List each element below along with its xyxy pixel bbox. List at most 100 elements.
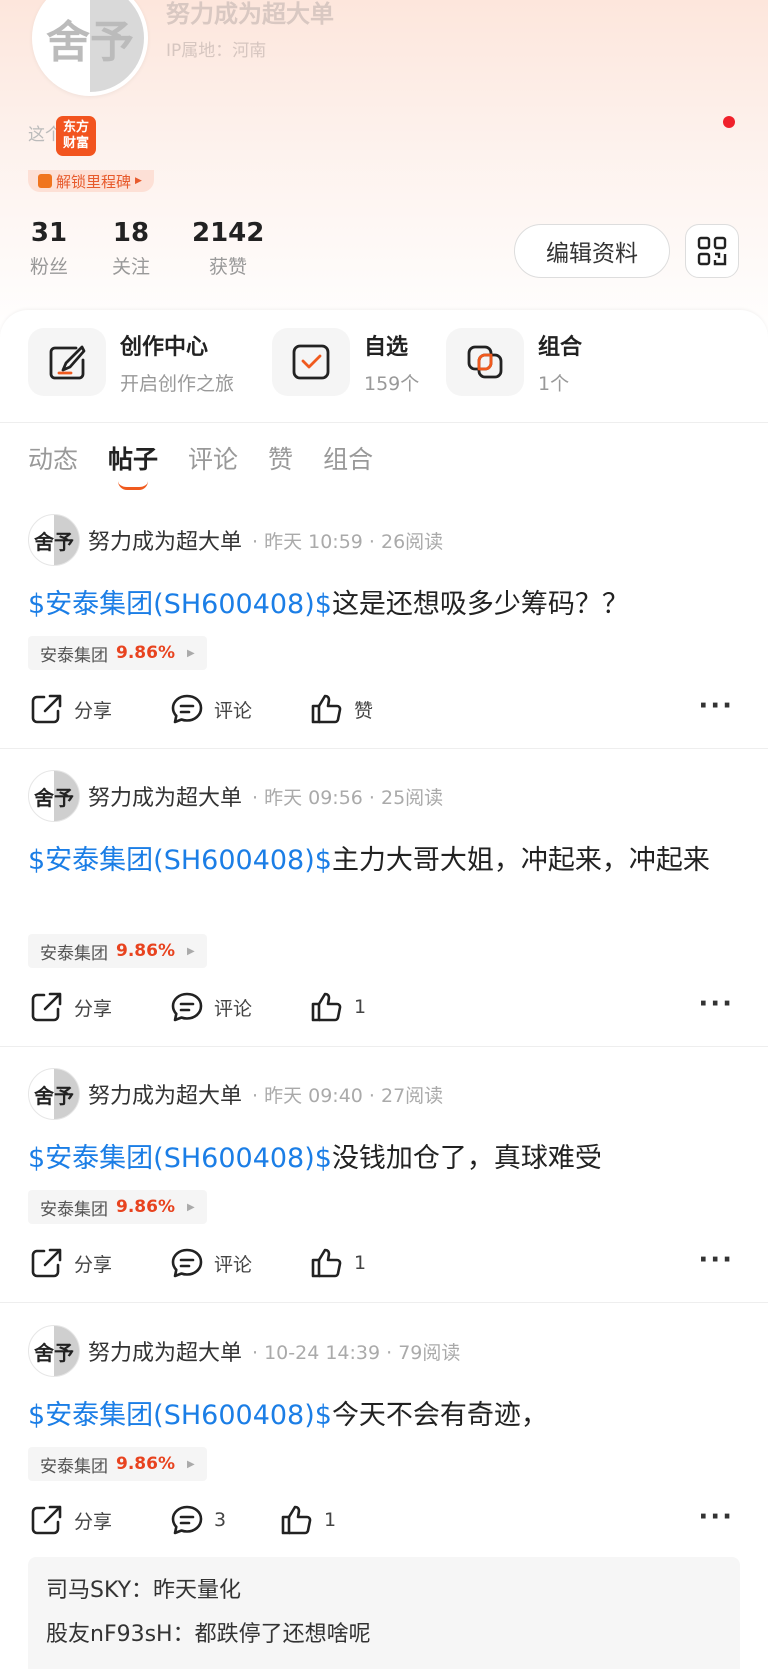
share-button[interactable]: 分享: [30, 1247, 170, 1279]
stock-tag-change: 9.86%: [116, 1454, 175, 1474]
share-label: 分享: [74, 699, 113, 722]
tab-comments[interactable]: 评论: [188, 440, 238, 476]
stat-label: 粉丝: [29, 256, 68, 278]
stock-link[interactable]: $安泰集团(SH600408)$: [28, 1400, 332, 1431]
post-author[interactable]: 努力成为超大单: [88, 1335, 242, 1367]
share-button[interactable]: 分享: [30, 1504, 170, 1536]
stock-link[interactable]: $安泰集团(SH600408)$: [28, 845, 332, 876]
like-label: 赞: [354, 699, 374, 722]
post-avatar[interactable]: 舍予: [28, 1325, 80, 1377]
more-icon[interactable]: ···: [698, 1502, 734, 1532]
edit-profile-button[interactable]: 编辑资料: [514, 224, 670, 278]
stock-tag[interactable]: 安泰集团 9.86% ▶: [28, 934, 207, 968]
stock-link[interactable]: $安泰集团(SH600408)$: [28, 589, 332, 620]
stock-tag-name: 安泰集团: [40, 943, 108, 964]
post-time: · 10-24 14:39 · 79阅读: [252, 1341, 461, 1364]
like-button[interactable]: 1: [310, 1247, 366, 1279]
post-body[interactable]: $安泰集团(SH600408)$主力大哥大姐，冲起来，冲起来: [28, 840, 740, 882]
share-icon: [31, 1505, 62, 1535]
app-logo-badge: 东方财富: [56, 116, 96, 156]
qr-code-button[interactable]: [685, 224, 739, 278]
share-button[interactable]: 分享: [30, 693, 170, 725]
share-icon: [31, 1248, 62, 1278]
post-body[interactable]: $安泰集团(SH600408)$没钱加仓了，真球难受: [28, 1138, 740, 1180]
stock-link[interactable]: $安泰集团(SH600408)$: [28, 1143, 332, 1174]
profile-name: 努力成为超大单: [166, 0, 334, 28]
like-button[interactable]: 1: [310, 991, 366, 1023]
post-author[interactable]: 努力成为超大单: [88, 1078, 242, 1110]
stock-tag-change: 9.86%: [116, 1197, 175, 1217]
quick-creator-center[interactable]: 创作中心 开启创作之旅: [28, 328, 234, 396]
comment-button[interactable]: 评论: [170, 693, 310, 725]
milestone-badge[interactable]: 解锁里程碑 ▶: [28, 170, 154, 192]
more-icon[interactable]: ···: [698, 989, 734, 1019]
quick-subtitle: 开启创作之旅: [120, 372, 235, 395]
divider: [0, 1302, 768, 1303]
stock-tag[interactable]: 安泰集团 9.86% ▶: [28, 636, 207, 670]
quick-watchlist[interactable]: 自选 159个: [272, 328, 419, 396]
tab-likes[interactable]: 赞: [268, 440, 293, 476]
post-avatar[interactable]: 舍予: [28, 770, 80, 822]
comment-text: 昨天量化: [153, 1578, 242, 1603]
more-icon[interactable]: ···: [698, 1245, 734, 1275]
post-meta: 舍予 努力成为超大单 · 昨天 09:56 · 25阅读: [28, 770, 443, 822]
post-actions: 分享 3 1: [30, 1502, 336, 1538]
comment-line: 司马SKY：昨天量化: [46, 1569, 722, 1613]
stat-following[interactable]: 18 关注: [110, 218, 152, 279]
stock-tag-name: 安泰集团: [40, 1456, 108, 1477]
comment-count: 3: [214, 1509, 227, 1531]
tab-activity[interactable]: 动态: [28, 440, 78, 476]
more-icon[interactable]: ···: [698, 691, 734, 721]
comment-button[interactable]: 评论: [170, 991, 310, 1023]
post-meta: 舍予 努力成为超大单 · 昨天 10:59 · 26阅读: [28, 514, 443, 566]
notification-dot: [723, 116, 735, 128]
app-badge-text: 东方财富: [62, 120, 89, 151]
post-time: · 昨天 10:59 · 26阅读: [252, 530, 444, 553]
tab-portfolio[interactable]: 组合: [323, 440, 373, 476]
stock-tag[interactable]: 安泰集团 9.86% ▶: [28, 1190, 207, 1224]
post-actions: 分享 评论 1: [30, 1245, 366, 1281]
comment-label: 评论: [214, 699, 253, 722]
post-time: · 昨天 09:56 · 25阅读: [252, 786, 444, 809]
share-button[interactable]: 分享: [30, 991, 170, 1023]
share-label: 分享: [74, 1253, 113, 1276]
stat-fans[interactable]: 31 粉丝: [28, 218, 70, 279]
comment-icon: [171, 1248, 203, 1278]
post-text: 主力大哥大姐，冲起来，冲起来: [331, 845, 710, 876]
ip-location: IP属地：河南: [166, 41, 267, 61]
comment-button[interactable]: 评论: [170, 1247, 310, 1279]
post-meta: 舍予 努力成为超大单 · 10-24 14:39 · 79阅读: [28, 1325, 460, 1377]
post-avatar[interactable]: 舍予: [28, 1068, 80, 1120]
arrow-right-icon: ▶: [186, 945, 195, 957]
tab-posts[interactable]: 帖子: [108, 440, 158, 490]
avatar-text: 舍予: [34, 785, 74, 810]
comment-text: 都跌停了还想啥呢: [194, 1622, 371, 1647]
post-text: 没钱加仓了，真球难受: [331, 1143, 602, 1174]
like-button[interactable]: 1: [280, 1504, 336, 1536]
share-icon: [31, 694, 62, 724]
like-label: 1: [354, 1252, 367, 1274]
post-body[interactable]: $安泰集团(SH600408)$今天不会有奇迹，: [28, 1395, 740, 1437]
post-avatar[interactable]: 舍予: [28, 514, 80, 566]
comment-line: 股友nF93sH：都跌停了还想啥呢: [46, 1613, 722, 1657]
avatar-text: 舍予: [46, 17, 134, 68]
comment-button[interactable]: 3: [170, 1504, 280, 1536]
comment-user[interactable]: 司马SKY：: [46, 1578, 153, 1603]
post-author[interactable]: 努力成为超大单: [88, 780, 242, 812]
stat-label: 关注: [111, 256, 150, 278]
stock-tag[interactable]: 安泰集团 9.86% ▶: [28, 1447, 207, 1481]
stock-tag-change: 9.86%: [116, 941, 175, 961]
thumbs-up-icon: [311, 694, 342, 724]
comment-icon: [171, 694, 203, 724]
comment-preview[interactable]: 司马SKY：昨天量化 股友nF93sH：都跌停了还想啥呢: [28, 1557, 740, 1669]
like-button[interactable]: 赞: [310, 693, 373, 725]
comment-icon: [171, 1505, 203, 1535]
comment-icon: [171, 992, 203, 1022]
thumbs-up-icon: [311, 992, 342, 1022]
share-label: 分享: [74, 997, 113, 1020]
post-body[interactable]: $安泰集团(SH600408)$这是还想吸多少筹码？？: [28, 584, 740, 626]
post-author[interactable]: 努力成为超大单: [88, 524, 242, 556]
stat-likes[interactable]: 2142 获赞: [192, 218, 264, 279]
quick-portfolio[interactable]: 组合 1个: [446, 328, 582, 396]
comment-user[interactable]: 股友nF93sH：: [46, 1622, 195, 1647]
